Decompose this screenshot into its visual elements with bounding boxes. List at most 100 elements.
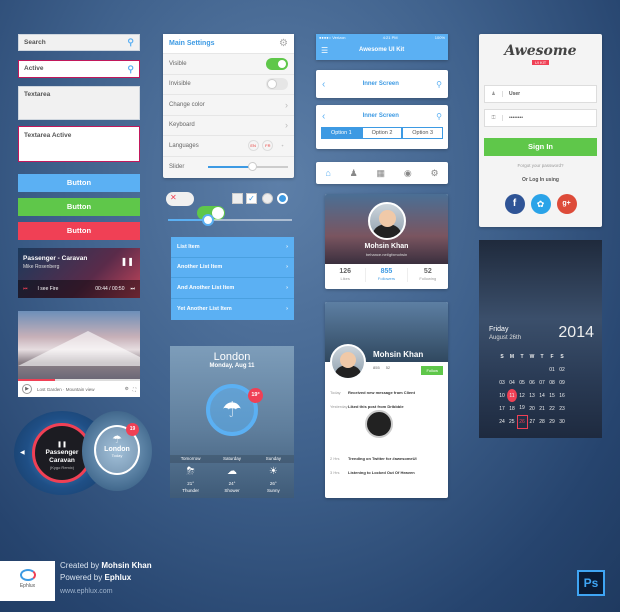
- textarea-active[interactable]: Textarea Active: [18, 126, 140, 162]
- invisible-toggle[interactable]: [266, 78, 288, 91]
- checkbox-empty[interactable]: [232, 193, 243, 204]
- calendar-day[interactable]: 19: [517, 402, 527, 415]
- calendar-day[interactable]: 03: [497, 376, 507, 389]
- weekday-header: F: [550, 353, 554, 360]
- twitter-icon[interactable]: ✿: [530, 194, 551, 214]
- calendar-day[interactable]: 12: [517, 389, 527, 402]
- radio-checked[interactable]: [277, 193, 288, 204]
- calendar-day[interactable]: 02: [557, 363, 567, 376]
- calendar-day[interactable]: 20: [527, 402, 537, 415]
- calendar-day[interactable]: 14: [537, 389, 547, 402]
- red-button[interactable]: Button: [18, 222, 140, 240]
- next-icon[interactable]: ⏭: [130, 286, 135, 292]
- calendar-day[interactable]: 01: [547, 363, 557, 376]
- signin-button[interactable]: Sign In: [484, 138, 597, 156]
- standalone-slider[interactable]: [168, 214, 292, 226]
- search-icon: ⚲: [127, 64, 134, 74]
- calendar-day[interactable]: 26: [516, 414, 528, 429]
- pause-icon[interactable]: ❚❚: [121, 257, 134, 266]
- textarea[interactable]: Textarea: [18, 86, 140, 120]
- calendar-day[interactable]: 10: [497, 389, 507, 402]
- username-field[interactable]: ♟ User: [484, 85, 597, 103]
- calendar-day[interactable]: 25: [507, 415, 517, 428]
- calendar-day[interactable]: 16: [557, 389, 567, 402]
- chevron-right-icon: ›: [285, 120, 288, 131]
- red-toggle[interactable]: ✕: [166, 192, 194, 206]
- settings-slider[interactable]: [208, 161, 288, 171]
- calendar-day[interactable]: 27: [527, 415, 537, 428]
- gear-icon[interactable]: ⚙: [430, 168, 438, 179]
- profile-url[interactable]: behance.net/gfxmohsin: [325, 252, 448, 257]
- search-input[interactable]: Search ⚲: [18, 34, 140, 51]
- segment-option-2[interactable]: Option 2: [361, 127, 403, 139]
- feed-item[interactable]: Today Received new message from Client: [325, 388, 448, 402]
- close-icon: ✕: [170, 193, 177, 202]
- password-value: ••••••••: [509, 115, 524, 121]
- song-artist: Mike Rosenberg: [23, 264, 60, 270]
- feed-item[interactable]: 3 Hrs Listening to Locked Out Of Heaven: [325, 468, 448, 482]
- calendar-day[interactable]: 18: [507, 402, 517, 415]
- calendar-day[interactable]: 13: [527, 389, 537, 402]
- lang-fr[interactable]: FR: [262, 139, 274, 151]
- green-button[interactable]: Button: [18, 198, 140, 216]
- prev-icon[interactable]: ⏮: [23, 286, 28, 292]
- user-icon[interactable]: ♟: [350, 168, 358, 179]
- list-item[interactable]: And Another List Item ›: [171, 278, 294, 299]
- settings-icon[interactable]: ⚙: [125, 386, 129, 392]
- calendar-day[interactable]: 05: [517, 376, 527, 389]
- list-item[interactable]: Another List Item ›: [171, 258, 294, 278]
- calendar-day[interactable]: 04: [507, 376, 517, 389]
- feed-stats: 855 52: [373, 365, 390, 370]
- calendar-day[interactable]: 15: [547, 389, 557, 402]
- google-plus-icon[interactable]: g+: [556, 194, 577, 214]
- weekday-header: T: [540, 353, 544, 360]
- camera-icon[interactable]: ◉: [404, 168, 412, 179]
- menu-icon[interactable]: ☰: [321, 46, 328, 55]
- active-input[interactable]: Active ⚲: [18, 60, 140, 78]
- video-controls: ▶ Lost Garden · Mountain view ⚙ ⛶: [18, 381, 140, 397]
- calendar-day[interactable]: 11: [507, 389, 517, 402]
- calendar-day[interactable]: 22: [547, 402, 557, 415]
- calendar-day[interactable]: 07: [537, 376, 547, 389]
- video-progress[interactable]: [18, 379, 140, 381]
- calendar-day[interactable]: 23: [557, 402, 567, 415]
- lang-en[interactable]: EN: [247, 139, 259, 151]
- calendar-day[interactable]: 29: [547, 415, 557, 428]
- play-icon[interactable]: ▶: [22, 384, 32, 394]
- calendar-day[interactable]: 08: [547, 376, 557, 389]
- calendar-day[interactable]: 24: [497, 415, 507, 428]
- site-link[interactable]: www.ephlux.com: [60, 586, 152, 598]
- slider-knob[interactable]: [248, 161, 257, 171]
- calendar-day[interactable]: 17: [497, 402, 507, 415]
- row-keyboard[interactable]: Keyboard ›: [163, 116, 294, 136]
- forgot-link[interactable]: Forgot your password?: [479, 163, 602, 168]
- password-field[interactable]: ⚿ ••••••••: [484, 109, 597, 127]
- row-change-color[interactable]: Change color ›: [163, 95, 294, 116]
- list-item[interactable]: List Item ›: [171, 237, 294, 258]
- calendar-day[interactable]: 28: [537, 415, 547, 428]
- slider-knob[interactable]: [202, 214, 214, 226]
- calendar-day[interactable]: 21: [537, 402, 547, 415]
- checkbox-checked[interactable]: ✓: [246, 193, 257, 204]
- search-icon[interactable]: ⚲: [436, 80, 442, 89]
- round-prev-icon[interactable]: ◀: [20, 449, 25, 456]
- home-icon[interactable]: ⌂: [325, 168, 330, 178]
- list-item[interactable]: Yet Another List Item ›: [171, 299, 294, 320]
- calendar-day[interactable]: 06: [527, 376, 537, 389]
- calendar-day[interactable]: 30: [557, 415, 567, 428]
- gear-icon[interactable]: ⚙: [279, 38, 288, 49]
- follow-button[interactable]: Follow: [421, 366, 443, 375]
- visible-toggle[interactable]: [266, 57, 288, 70]
- facebook-icon[interactable]: f: [504, 194, 525, 214]
- segment-option-3[interactable]: Option 3: [402, 127, 444, 139]
- search-icon[interactable]: ⚲: [436, 112, 442, 121]
- round-pause-icon[interactable]: ❚❚: [35, 441, 89, 448]
- fullscreen-icon[interactable]: ⛶: [133, 387, 136, 392]
- calendar-icon[interactable]: ▦: [377, 168, 386, 179]
- calendar-day[interactable]: 09: [557, 376, 567, 389]
- segment-option-1[interactable]: Option 1: [321, 127, 362, 139]
- blue-button[interactable]: Button: [18, 174, 140, 192]
- lang-add[interactable]: +: [277, 141, 288, 152]
- feed-item[interactable]: 2 Hrs Trending on Twitter for #awesomeUI: [325, 454, 448, 468]
- radio-empty[interactable]: [262, 193, 273, 204]
